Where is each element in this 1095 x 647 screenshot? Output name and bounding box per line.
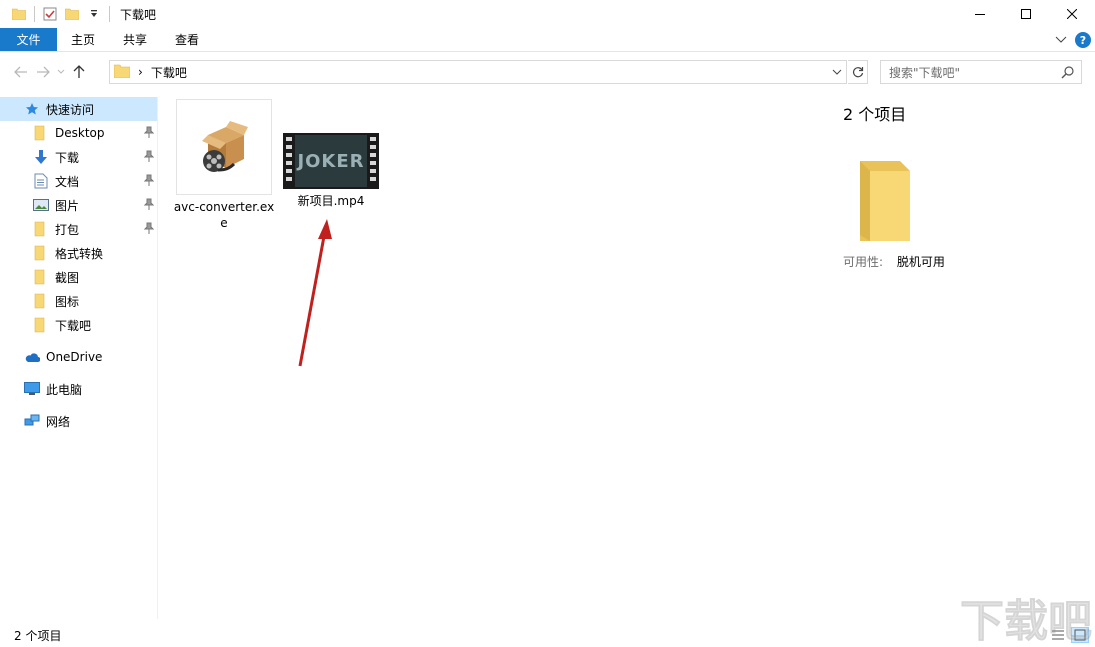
minimize-icon — [975, 14, 985, 15]
pin-icon[interactable] — [143, 150, 155, 165]
status-item-count: 2 个项目 — [14, 629, 62, 643]
folder-icon — [113, 64, 131, 81]
folder-icon[interactable] — [8, 3, 30, 25]
ribbon-tabs: 文件 主页 共享 查看 ? — [0, 28, 1095, 52]
search-input[interactable]: 搜索"下载吧" — [880, 60, 1082, 84]
document-icon — [33, 173, 49, 189]
sidebar-item-label: 格式转换 — [55, 246, 104, 261]
sidebar-item-desktop[interactable]: Desktop — [0, 121, 158, 145]
sidebar-item-label: 文档 — [55, 174, 80, 189]
tab-view[interactable]: 查看 — [161, 28, 213, 51]
maximize-icon — [1021, 9, 1031, 19]
network-icon — [24, 413, 40, 429]
toolbar-divider — [34, 6, 35, 22]
toolbar-divider — [109, 6, 110, 22]
sidebar-item-downloads[interactable]: 下载 — [0, 145, 158, 169]
tab-home[interactable]: 主页 — [57, 28, 109, 51]
folder-icon — [33, 269, 49, 285]
sidebar-item-label: OneDrive — [46, 350, 103, 364]
folder-icon — [33, 245, 49, 261]
minimize-button[interactable] — [957, 0, 1003, 28]
sidebar-item-network[interactable]: 网络 — [0, 409, 158, 433]
sidebar-item-label: 下载 — [55, 150, 80, 165]
view-switcher — [1049, 627, 1089, 643]
folder-icon — [33, 221, 49, 237]
annotation-arrow — [298, 219, 332, 367]
address-dropdown-icon[interactable] — [828, 61, 846, 83]
details-pane: 2 个项目 可用性: 脱机可用 — [820, 91, 1095, 619]
sidebar-item-icons[interactable]: 图标 — [0, 289, 158, 313]
folder-icon — [856, 157, 916, 246]
refresh-icon — [852, 67, 863, 78]
status-bar: 2 个项目 — [0, 624, 1095, 647]
star-icon — [24, 101, 40, 117]
sidebar-item-documents[interactable]: 文档 — [0, 169, 158, 193]
picture-icon — [33, 197, 49, 213]
folder-icon — [33, 125, 49, 141]
refresh-button[interactable] — [848, 60, 868, 84]
window-title: 下载吧 — [120, 7, 157, 22]
sidebar-item-label: 图片 — [55, 198, 80, 213]
sidebar-item-label: Desktop — [55, 126, 105, 140]
navigation-bar: › 下载吧 搜索"下载吧" — [0, 54, 1095, 90]
details-view-icon[interactable] — [1049, 627, 1067, 643]
customize-dropdown-icon[interactable] — [83, 3, 105, 25]
tab-share[interactable]: 共享 — [109, 28, 161, 51]
large-icons-view-icon[interactable] — [1071, 627, 1089, 643]
pin-icon[interactable] — [143, 126, 155, 141]
sidebar-item-label: 下载吧 — [55, 318, 92, 333]
recent-locations-icon[interactable] — [54, 61, 68, 83]
computer-icon — [24, 381, 40, 397]
availability-label: 可用性: — [843, 255, 884, 269]
new-folder-icon[interactable] — [61, 3, 83, 25]
window-controls — [957, 0, 1095, 28]
availability-value: 脱机可用 — [896, 255, 945, 269]
tab-file[interactable]: 文件 — [0, 28, 57, 51]
sidebar-item-this-pc[interactable]: 此电脑 — [0, 377, 158, 401]
expand-ribbon-icon[interactable] — [1055, 33, 1067, 47]
up-arrow-icon[interactable] — [68, 61, 90, 83]
item-count-heading: 2 个项目 — [843, 105, 907, 124]
sidebar-item-xiazaiba[interactable]: 下载吧 — [0, 313, 158, 337]
sidebar-item-label: 网络 — [46, 414, 71, 429]
back-arrow-icon[interactable] — [10, 61, 32, 83]
sidebar-item-quick-access[interactable]: 快速访问 — [0, 97, 158, 121]
sidebar-item-label: 打包 — [55, 222, 80, 237]
search-icon[interactable] — [1061, 65, 1075, 82]
breadcrumb-item[interactable]: 下载吧 — [151, 64, 187, 81]
pin-icon[interactable] — [143, 198, 155, 213]
sidebar-item-screenshots[interactable]: 截图 — [0, 265, 158, 289]
pin-icon[interactable] — [143, 174, 155, 189]
folder-icon — [33, 293, 49, 309]
close-icon — [1067, 9, 1077, 19]
sidebar-item-label: 截图 — [55, 270, 80, 285]
file-list: avc-converter.exe JOKER 新项目.mp4 — [160, 91, 820, 619]
cloud-icon — [24, 349, 40, 365]
download-arrow-icon — [33, 149, 49, 165]
breadcrumb: › 下载吧 — [110, 64, 187, 81]
navigation-pane: 快速访问 Desktop 下载 文档 图片 打包 格式转换 截图 图标 下载吧 … — [0, 97, 158, 619]
address-bar[interactable]: › 下载吧 — [109, 60, 847, 84]
breadcrumb-separator[interactable]: › — [138, 65, 143, 79]
search-placeholder: 搜索"下载吧" — [889, 65, 961, 80]
close-button[interactable] — [1049, 0, 1095, 28]
quick-access-toolbar: 下载吧 — [0, 0, 156, 28]
sidebar-item-pictures[interactable]: 图片 — [0, 193, 158, 217]
properties-icon[interactable] — [39, 3, 61, 25]
sidebar-item-onedrive[interactable]: OneDrive — [0, 345, 158, 369]
sidebar-item-label: 快速访问 — [46, 102, 95, 117]
sidebar-item-label: 图标 — [55, 294, 80, 309]
sidebar-item-label: 此电脑 — [46, 382, 83, 397]
availability-row: 可用性: 脱机可用 — [843, 253, 945, 270]
forward-arrow-icon[interactable] — [32, 61, 54, 83]
pin-icon[interactable] — [143, 222, 155, 237]
sidebar-item-format-convert[interactable]: 格式转换 — [0, 241, 158, 265]
help-button[interactable]: ? — [1075, 32, 1091, 48]
folder-icon — [33, 317, 49, 333]
title-bar: 下载吧 — [0, 0, 1095, 28]
sidebar-item-pack[interactable]: 打包 — [0, 217, 158, 241]
maximize-button[interactable] — [1003, 0, 1049, 28]
